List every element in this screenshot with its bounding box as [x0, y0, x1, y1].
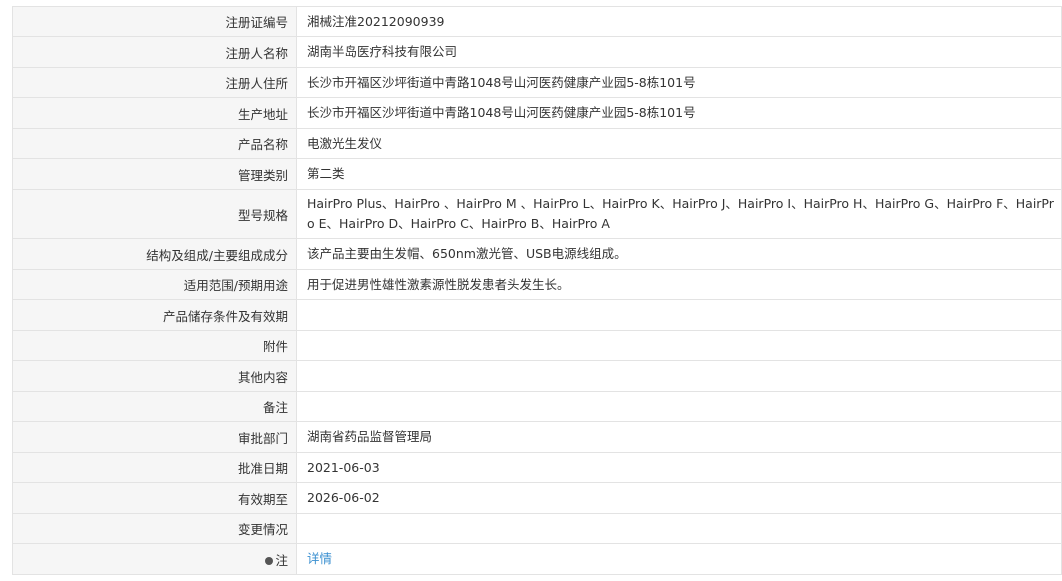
- table-row: 其他内容: [12, 360, 1062, 392]
- label-management-category: 管理类别: [12, 158, 297, 190]
- table-row: 产品储存条件及有效期: [12, 299, 1062, 331]
- label-storage-validity: 产品储存条件及有效期: [12, 299, 297, 331]
- value-production-address: 长沙市开福区沙坪街道中青路1048号山河医药健康产业园5-8栋101号: [296, 97, 1062, 129]
- value-product-name: 电激光生发仪: [296, 128, 1062, 159]
- label-structure-composition: 结构及组成/主要组成成分: [12, 238, 297, 270]
- note-label-text: 注: [275, 552, 288, 568]
- table-row: 产品名称 电激光生发仪: [12, 128, 1062, 159]
- label-note: 注: [12, 543, 297, 575]
- value-management-category: 第二类: [296, 158, 1062, 190]
- table-row: 批准日期 2021-06-03: [12, 452, 1062, 483]
- label-attachments: 附件: [12, 330, 297, 361]
- label-intended-use: 适用范围/预期用途: [12, 269, 297, 300]
- value-approval-department: 湖南省药品监督管理局: [296, 421, 1062, 453]
- table-row: 生产地址 长沙市开福区沙坪街道中青路1048号山河医药健康产业园5-8栋101号: [12, 97, 1062, 129]
- label-registrant-address: 注册人住所: [12, 67, 297, 98]
- value-structure-composition: 该产品主要由生发帽、650nm激光管、USB电源线组成。: [296, 238, 1062, 270]
- table-row: 有效期至 2026-06-02: [12, 482, 1062, 514]
- table-row: 附件: [12, 330, 1062, 361]
- table-row: 型号规格 HairPro Plus、HairPro 、HairPro M 、Ha…: [12, 189, 1062, 239]
- table-row: 注册证编号 湘械注准20212090939: [12, 6, 1062, 37]
- value-intended-use: 用于促进男性雄性激素源性脱发患者头发生长。: [296, 269, 1062, 300]
- label-approval-date: 批准日期: [12, 452, 297, 483]
- registration-info-panel: 注册证编号 湘械注准20212090939 注册人名称 湖南半岛医疗科技有限公司…: [12, 6, 1062, 575]
- value-note: 详情: [296, 543, 1062, 575]
- table-row: 管理类别 第二类: [12, 158, 1062, 190]
- table-row: 审批部门 湖南省药品监督管理局: [12, 421, 1062, 453]
- label-other-content: 其他内容: [12, 360, 297, 392]
- value-storage-validity: [296, 299, 1062, 331]
- value-registrant-name: 湖南半岛医疗科技有限公司: [296, 36, 1062, 68]
- label-valid-until: 有效期至: [12, 482, 297, 514]
- label-registration-number: 注册证编号: [12, 6, 297, 37]
- table-row: 备注: [12, 391, 1062, 422]
- label-product-name: 产品名称: [12, 128, 297, 159]
- value-registration-number: 湘械注准20212090939: [296, 6, 1062, 37]
- label-registrant-name: 注册人名称: [12, 36, 297, 68]
- value-registrant-address: 长沙市开福区沙坪街道中青路1048号山河医药健康产业园5-8栋101号: [296, 67, 1062, 98]
- label-production-address: 生产地址: [12, 97, 297, 129]
- table-row: 结构及组成/主要组成成分 该产品主要由生发帽、650nm激光管、USB电源线组成…: [12, 238, 1062, 270]
- value-remarks: [296, 391, 1062, 422]
- table-row: 适用范围/预期用途 用于促进男性雄性激素源性脱发患者头发生长。: [12, 269, 1062, 300]
- table-row: 注 详情: [12, 543, 1062, 575]
- table-row: 变更情况: [12, 513, 1062, 544]
- label-approval-department: 审批部门: [12, 421, 297, 453]
- registration-table: 注册证编号 湘械注准20212090939 注册人名称 湖南半岛医疗科技有限公司…: [12, 6, 1062, 575]
- table-row: 注册人住所 长沙市开福区沙坪街道中青路1048号山河医药健康产业园5-8栋101…: [12, 67, 1062, 98]
- value-valid-until: 2026-06-02: [296, 482, 1062, 514]
- bullet-dot-icon: [265, 556, 274, 565]
- value-approval-date: 2021-06-03: [296, 452, 1062, 483]
- value-change-status: [296, 513, 1062, 544]
- value-attachments: [296, 330, 1062, 361]
- table-row: 注册人名称 湖南半岛医疗科技有限公司: [12, 36, 1062, 68]
- value-other-content: [296, 360, 1062, 392]
- label-remarks: 备注: [12, 391, 297, 422]
- details-link[interactable]: 详情: [307, 551, 332, 566]
- value-model-spec: HairPro Plus、HairPro 、HairPro M 、HairPro…: [296, 189, 1062, 239]
- label-change-status: 变更情况: [12, 513, 297, 544]
- label-model-spec: 型号规格: [12, 189, 297, 239]
